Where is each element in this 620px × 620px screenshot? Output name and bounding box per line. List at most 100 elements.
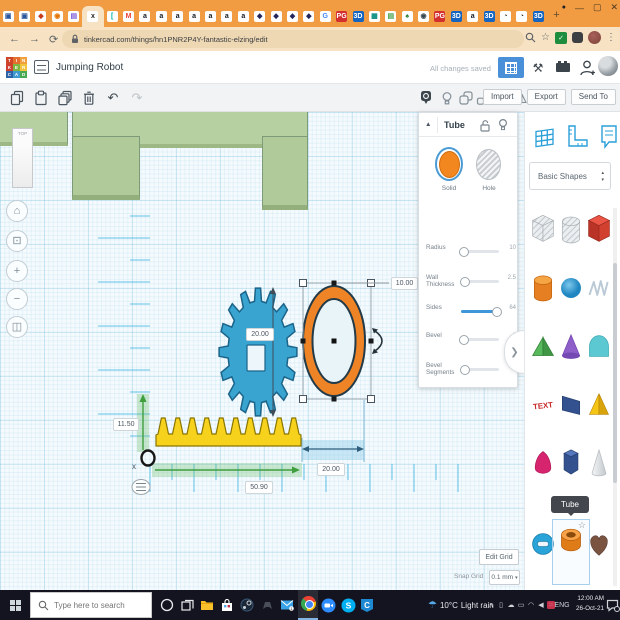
zoom-app[interactable] <box>318 590 338 620</box>
slider-knob[interactable] <box>460 277 470 287</box>
hidden-icons-chevron[interactable]: ∧ <box>486 590 496 620</box>
slider-track[interactable] <box>461 338 499 341</box>
shape-tile-cone-white[interactable] <box>586 444 612 484</box>
browser-tab[interactable]: PG <box>333 6 349 27</box>
visibility-pin-button[interactable] <box>417 89 435 107</box>
close-button[interactable]: ✕ <box>610 2 618 13</box>
slider-value[interactable]: 10 <box>501 245 516 251</box>
notes-tool[interactable] <box>597 124 620 150</box>
blocks-view-button[interactable] <box>498 57 524 78</box>
shape-tile-pyramid[interactable] <box>586 386 612 426</box>
unlock-icon[interactable] <box>479 119 491 132</box>
browser-tab[interactable]: [ <box>104 6 120 27</box>
browser-tab[interactable]: a <box>170 6 186 27</box>
shape-tile-paraboloid[interactable] <box>530 444 556 484</box>
c-app-app[interactable]: C <box>357 590 377 620</box>
shape-tile-round-roof[interactable] <box>586 328 612 368</box>
cortana-app[interactable] <box>157 590 177 620</box>
hole-swatch[interactable] <box>476 149 501 180</box>
browser-tab[interactable]: ◆ <box>301 6 317 27</box>
file-explorer-app[interactable] <box>197 590 217 620</box>
duplicate-button[interactable] <box>56 89 74 107</box>
design-menu-icon[interactable] <box>34 60 49 74</box>
browser-tab[interactable]: a <box>219 6 235 27</box>
send-to-button[interactable]: Send To <box>571 89 616 105</box>
maximize-button[interactable]: ▢ <box>593 2 602 13</box>
shape-tile-hole-box[interactable] <box>530 212 556 252</box>
browser-tab[interactable]: ▣ <box>16 6 32 27</box>
delete-button[interactable] <box>80 89 98 107</box>
workplane-tool[interactable] <box>533 124 557 150</box>
shape-tile-tube[interactable] <box>558 522 584 562</box>
shape-tile-hole-cylinder[interactable] <box>558 212 584 252</box>
tube-height-label[interactable]: 10.00 <box>391 277 418 290</box>
zoom-page-icon[interactable] <box>525 32 536 43</box>
browser-tab[interactable]: ◆ <box>284 6 300 27</box>
redo-button[interactable]: ↷ <box>128 89 146 107</box>
gap-distance-label[interactable]: 20.00 <box>317 463 345 476</box>
browser-tab[interactable]: a <box>137 6 153 27</box>
shape-tile-sphere[interactable] <box>558 270 584 310</box>
browser-tab[interactable]: ▣ <box>0 6 16 27</box>
fit-view-button[interactable]: ⊡ <box>6 230 28 252</box>
slider-knob[interactable] <box>460 365 470 375</box>
language-indicator[interactable]: ENG <box>552 590 572 620</box>
adblock-extension-icon[interactable]: ✓ <box>555 32 567 44</box>
reload-button[interactable]: ⟳ <box>49 33 58 46</box>
slider-track[interactable] <box>461 368 499 371</box>
share-person-button[interactable] <box>576 57 598 78</box>
copy-button[interactable] <box>8 89 26 107</box>
group-button[interactable] <box>457 89 475 107</box>
sidebar-scrollbar[interactable] <box>613 208 617 586</box>
green-box-left[interactable] <box>0 112 68 146</box>
start-button[interactable] <box>0 590 30 620</box>
browser-tab[interactable]: ♠ <box>399 6 415 27</box>
import-button[interactable]: Import <box>483 89 522 105</box>
shape-tile-box[interactable] <box>586 212 612 252</box>
shape-tile-cylinder[interactable] <box>530 270 556 310</box>
rack-width-label[interactable]: 50.90 <box>245 481 273 494</box>
chrome-app[interactable] <box>298 590 318 620</box>
slider-value[interactable]: 2.5 <box>501 275 516 281</box>
browser-tab[interactable]: ◆ <box>268 6 284 27</box>
lightbulb-icon[interactable] <box>497 118 509 132</box>
browser-tab[interactable]: 3D <box>448 6 464 27</box>
zoom-in-button[interactable]: + <box>6 260 28 282</box>
shape-tile-cone[interactable] <box>558 328 584 368</box>
browser-tab[interactable]: a <box>202 6 218 27</box>
browser-tab[interactable]: M <box>120 6 136 27</box>
shape-tile-text[interactable]: TEXT <box>530 386 556 426</box>
ruler-tool[interactable] <box>565 124 589 150</box>
bookmark-star-icon[interactable]: ☆ <box>541 33 550 43</box>
undo-button[interactable]: ↶ <box>104 89 122 107</box>
browser-tab[interactable]: ◉ <box>415 6 431 27</box>
browser-tab[interactable]: ◆ <box>251 6 267 27</box>
onedrive-icon[interactable]: ☁ <box>506 590 516 620</box>
snap-grid-dropdown[interactable]: 0.1 mm ▾ <box>489 570 520 585</box>
browser-tab[interactable]: 3D <box>350 6 366 27</box>
browser-tab[interactable]: ▦ <box>366 6 382 27</box>
wifi-icon[interactable]: ◠ <box>526 590 536 620</box>
browser-tab[interactable]: ▤ <box>383 6 399 27</box>
tinkercad-logo[interactable]: TINKERCAD <box>6 57 27 78</box>
weather-widget[interactable]: ☂ 10°C Light rain <box>428 590 494 620</box>
lego-brick-button[interactable] <box>552 57 574 78</box>
game-app[interactable] <box>257 590 277 620</box>
taskbar-clock[interactable]: 12:00 AM 26-Oct-21 <box>572 594 604 614</box>
forward-button[interactable]: → <box>29 33 40 45</box>
minimize-button[interactable]: — <box>575 3 584 13</box>
skype-app[interactable]: S <box>338 590 358 620</box>
rack-height-label[interactable]: 11.50 <box>113 418 139 431</box>
slider-value[interactable]: 64 <box>501 305 516 311</box>
show-all-button[interactable] <box>438 89 456 107</box>
design-title[interactable]: Jumping Robot <box>56 62 123 73</box>
shape-tile-polygon[interactable] <box>558 444 584 484</box>
solid-swatch[interactable] <box>435 147 463 181</box>
search-input[interactable] <box>54 601 144 610</box>
browser-tab[interactable]: ◉ <box>49 6 65 27</box>
view-cube[interactable]: TOP <box>12 128 33 188</box>
collapse-panel-icon[interactable]: ▲ <box>425 121 431 128</box>
green-box-deep-left[interactable] <box>72 136 140 200</box>
monitor-icon[interactable]: ▭ <box>516 590 526 620</box>
pinned-extension-icon[interactable]: ● <box>562 4 566 11</box>
